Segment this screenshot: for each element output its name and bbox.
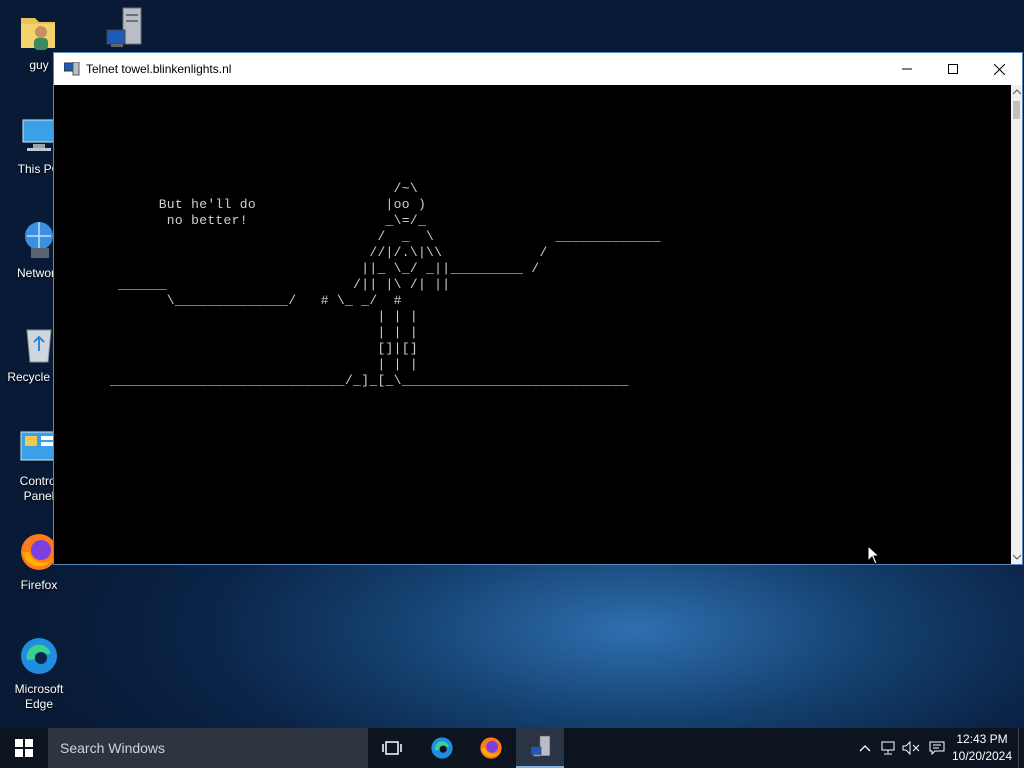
taskbar: Search Windows 12:43 PM 10/20/2024 <box>0 728 1024 768</box>
desktop-icon-label: Firefox <box>20 578 58 592</box>
show-hidden-icons-button[interactable] <box>856 728 874 768</box>
taskbar-clock[interactable]: 12:43 PM 10/20/2024 <box>950 731 1014 765</box>
scroll-thumb[interactable] <box>1013 101 1020 119</box>
task-view-button[interactable] <box>368 728 416 768</box>
close-button[interactable] <box>976 53 1022 85</box>
taskbar-telnet-button[interactable] <box>516 728 564 768</box>
vertical-scrollbar[interactable] <box>1011 85 1022 564</box>
start-button[interactable] <box>0 728 48 768</box>
console-output: /~\ But he'll do |oo ) no better! _\=/_ … <box>110 181 661 388</box>
clock-date: 10/20/2024 <box>951 749 1013 763</box>
network-status-button[interactable] <box>878 728 898 768</box>
action-center-button[interactable] <box>926 728 948 768</box>
chevron-up-icon <box>1012 89 1021 95</box>
show-desktop-button[interactable] <box>1018 728 1024 768</box>
scroll-down-button[interactable] <box>1011 550 1022 564</box>
scroll-up-button[interactable] <box>1011 85 1022 99</box>
network-computer-icon <box>101 6 145 50</box>
telnet-window[interactable]: Telnet towel.blinkenlights.nl /~\ But he… <box>53 52 1023 565</box>
minimize-icon <box>902 68 912 70</box>
edge-icon <box>17 634 61 678</box>
search-placeholder: Search Windows <box>60 740 166 756</box>
notification-icon <box>929 741 945 755</box>
taskbar-firefox-button[interactable] <box>467 728 515 768</box>
network-computer-icon <box>531 735 551 757</box>
edge-icon <box>431 737 453 759</box>
minimize-button[interactable] <box>884 53 930 85</box>
taskbar-search-box[interactable]: Search Windows <box>48 728 368 768</box>
close-icon <box>993 63 1005 75</box>
desktop-icon-label: Microsoft Edge <box>14 682 64 711</box>
user-folder-icon <box>17 10 61 54</box>
window-title: Telnet towel.blinkenlights.nl <box>86 62 232 76</box>
maximize-button[interactable] <box>930 53 976 85</box>
windows-logo-icon <box>15 739 33 757</box>
desktop-icon-edge[interactable]: Microsoft Edge <box>4 634 74 712</box>
taskbar-edge-button[interactable] <box>418 728 466 768</box>
volume-muted-icon <box>902 741 920 755</box>
chevron-down-icon <box>1012 554 1021 560</box>
task-view-icon <box>382 741 402 755</box>
maximize-icon <box>948 64 958 74</box>
window-titlebar[interactable]: Telnet towel.blinkenlights.nl <box>54 53 1022 85</box>
firefox-icon <box>480 737 502 759</box>
desktop-icon-telnet[interactable] <box>88 6 158 54</box>
clock-time: 12:43 PM <box>956 732 1008 746</box>
telnet-app-icon <box>63 61 80 76</box>
volume-button[interactable] <box>900 728 922 768</box>
chevron-up-icon <box>859 745 871 752</box>
network-wired-icon <box>881 741 895 755</box>
mouse-cursor-icon <box>867 544 881 565</box>
console-area[interactable]: /~\ But he'll do |oo ) no better! _\=/_ … <box>54 85 1012 564</box>
